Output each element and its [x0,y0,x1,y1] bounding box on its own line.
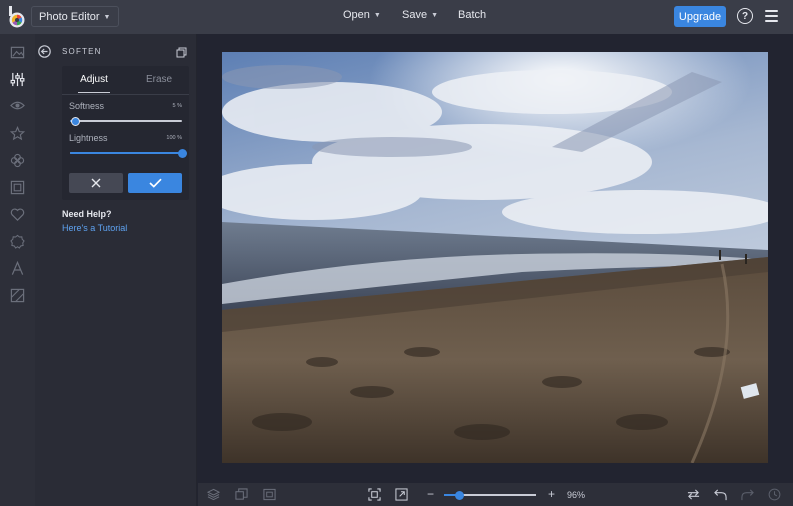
softness-slider-handle[interactable] [71,116,81,126]
soften-settings-card: Adjust Erase Softness 5 % Lightness 100 … [62,66,189,200]
app-name: Photo Editor [39,10,100,23]
save-menu-button[interactable]: Save ▼ [402,9,438,21]
star-icon[interactable] [9,125,26,142]
help-heading: Need Help? [62,209,112,219]
heart-icon[interactable] [9,206,26,223]
fit-screen-icon[interactable] [368,488,381,501]
back-arrow-icon[interactable] [38,45,51,58]
undo-icon[interactable] [714,488,727,501]
batch-menu-button[interactable]: Batch [458,9,486,21]
chevron-down-icon: ▼ [103,13,111,21]
tab-erase[interactable]: Erase [134,66,184,93]
open-menu-label: Open [343,9,370,21]
save-menu-label: Save [402,9,428,21]
film-icon[interactable] [263,488,276,501]
upgrade-button[interactable]: Upgrade [674,6,726,27]
zoom-level: 96% [567,490,586,500]
duplicate-icon[interactable] [235,488,248,501]
softness-slider[interactable] [70,116,182,126]
close-icon [91,178,101,188]
app-selector-dropdown[interactable]: Photo Editor ▼ [31,6,120,27]
befunky-logo-icon[interactable] [8,6,26,28]
lightness-label: Lightness [69,133,108,143]
zoom-out-button[interactable]: − [424,488,437,501]
zoom-slider-handle[interactable] [455,490,465,500]
tutorial-link[interactable]: Here's a Tutorial [62,223,127,233]
expand-icon[interactable] [395,488,408,501]
history-icon[interactable] [768,488,781,501]
batch-menu-label: Batch [458,9,487,21]
copy-icon[interactable] [176,45,187,58]
panel-title: SOFTEN [62,47,102,56]
eye-icon[interactable] [9,97,26,114]
zoom-in-button[interactable]: + [545,488,558,501]
hamburger-menu-icon[interactable] [765,10,778,22]
lightness-slider-handle[interactable] [177,148,187,158]
clover-icon[interactable] [9,152,26,169]
divider [62,94,189,95]
text-icon[interactable] [9,260,26,277]
compare-icon[interactable] [687,488,700,501]
cancel-button[interactable] [69,173,123,193]
tab-adjust[interactable]: Adjust [70,66,118,93]
texture-icon[interactable] [9,287,26,304]
badge-icon[interactable] [9,233,26,250]
sliders-icon[interactable] [9,71,26,88]
checkmark-icon [148,178,162,188]
lightness-value: 100 % [166,135,182,141]
image-icon[interactable] [9,44,26,61]
chevron-down-icon: ▼ [373,12,381,19]
beach-photo[interactable] [222,52,768,463]
open-menu-button[interactable]: Open ▼ [343,9,381,21]
softness-label: Softness [69,101,105,111]
lightness-slider[interactable] [70,148,187,158]
softness-value: 5 % [172,103,182,109]
redo-icon[interactable] [741,488,754,501]
lightness-slider-fill [70,152,182,154]
frame-icon[interactable] [9,179,26,196]
layers-icon[interactable] [206,488,221,501]
help-icon[interactable]: ? [737,8,753,24]
apply-button[interactable] [128,173,182,193]
zoom-slider[interactable] [444,490,536,500]
chevron-down-icon: ▼ [431,12,439,19]
